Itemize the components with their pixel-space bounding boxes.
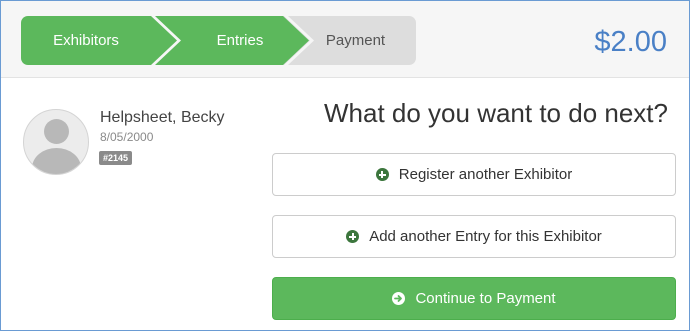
exhibitor-name: Helpsheet, Becky — [100, 109, 225, 126]
exhibitor-id-badge: #2145 — [99, 151, 133, 165]
progress-header: Exhibitors Entries Payment $2.00 — [1, 1, 689, 78]
step-exhibitors[interactable]: Exhibitors — [21, 16, 179, 65]
register-another-exhibitor-button[interactable]: Register another Exhibitor — [272, 153, 676, 196]
step-entries-label: Entries — [216, 32, 264, 49]
plus-circle-icon — [346, 230, 360, 243]
exhibitor-dob: 8/05/2000 — [100, 130, 154, 144]
step-exhibitors-label: Exhibitors — [53, 32, 119, 49]
plus-circle-icon — [375, 168, 389, 181]
arrow-circle-right-icon — [392, 292, 406, 305]
order-total: $2.00 — [594, 26, 667, 58]
register-another-exhibitor-label: Register another Exhibitor — [398, 166, 573, 183]
avatar-placeholder-icon — [23, 109, 89, 175]
step-payment-label: Payment — [325, 32, 386, 49]
next-step-heading: What do you want to do next? — [324, 98, 668, 128]
add-another-entry-button[interactable]: Add another Entry for this Exhibitor — [272, 215, 676, 258]
continue-to-payment-button[interactable]: Continue to Payment — [272, 277, 676, 320]
continue-to-payment-label: Continue to Payment — [415, 290, 556, 307]
add-another-entry-label: Add another Entry for this Exhibitor — [369, 228, 602, 245]
checkout-panel: Exhibitors Entries Payment $2.00 Helpshe… — [0, 0, 690, 331]
